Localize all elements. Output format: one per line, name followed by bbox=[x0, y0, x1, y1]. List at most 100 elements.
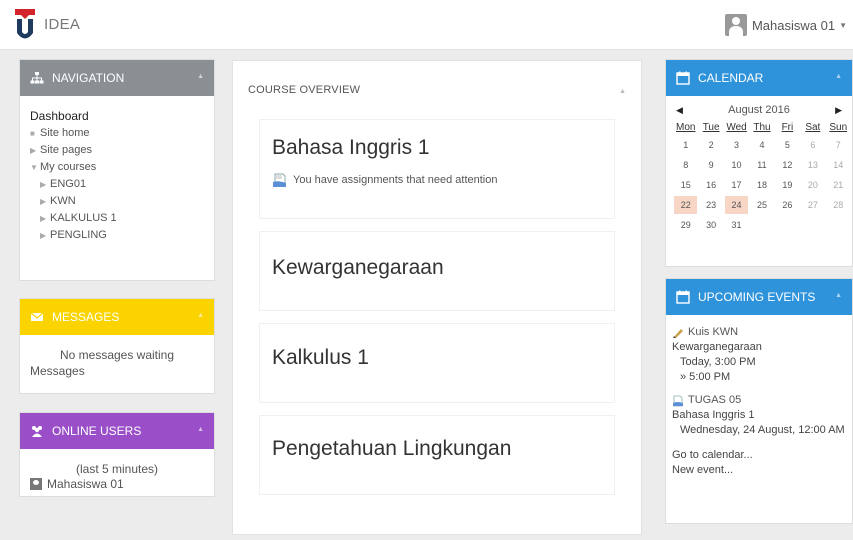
calendar-day[interactable]: 25 bbox=[750, 196, 773, 214]
event-item: Kuis KWN Kewarganegaraan Today, 3:00 PM … bbox=[672, 325, 846, 385]
calendar-day[interactable]: 27 bbox=[801, 196, 824, 214]
calendar-day[interactable]: 24 bbox=[724, 196, 749, 214]
course-name[interactable]: Bahasa Inggris 1 bbox=[272, 136, 602, 160]
nav-site-pages-label[interactable]: Site pages bbox=[40, 142, 92, 159]
site-name[interactable]: IDEA bbox=[44, 16, 80, 33]
nav-course-label[interactable]: KALKULUS 1 bbox=[50, 210, 117, 227]
calendar-day[interactable]: 9 bbox=[699, 156, 722, 174]
event-course[interactable]: Kewarganegaraan bbox=[672, 340, 846, 355]
collapse-icon[interactable]: ▲ bbox=[197, 426, 204, 433]
collapse-icon[interactable]: ▲ bbox=[197, 73, 204, 80]
next-month-icon[interactable]: ▶ bbox=[835, 105, 842, 116]
nav-course-pengling[interactable]: ▶ PENGLING bbox=[40, 227, 214, 244]
course-name[interactable]: Kalkulus 1 bbox=[272, 346, 602, 370]
collapse-icon[interactable]: ▲ bbox=[197, 312, 204, 319]
nav-course-label[interactable]: ENG01 bbox=[50, 176, 86, 193]
calendar-day[interactable]: 6 bbox=[801, 136, 824, 154]
online-users-period: (last 5 minutes) bbox=[75, 462, 159, 476]
go-to-calendar-link[interactable]: Go to calendar... bbox=[672, 448, 846, 463]
nav-site-home-label[interactable]: Site home bbox=[40, 125, 90, 142]
calendar-day[interactable]: 31 bbox=[725, 216, 748, 234]
online-user-name[interactable]: Mahasiswa 01 bbox=[47, 477, 124, 491]
nav-my-courses-label[interactable]: My courses bbox=[40, 159, 96, 176]
calendar-day[interactable]: 14 bbox=[827, 156, 850, 174]
nav-course-label[interactable]: PENGLING bbox=[50, 227, 107, 244]
calendar-day[interactable]: 12 bbox=[776, 156, 799, 174]
course-name[interactable]: Pengetahuan Lingkungan bbox=[272, 437, 602, 461]
collapse-icon[interactable]: ▲ bbox=[619, 88, 626, 95]
calendar-day[interactable]: 29 bbox=[674, 216, 697, 234]
nav-my-courses[interactable]: ▼ My courses bbox=[30, 159, 214, 176]
site-logo-icon[interactable] bbox=[14, 8, 36, 42]
messages-status: No messages waiting bbox=[59, 348, 175, 362]
messages-link[interactable]: Messages bbox=[30, 363, 204, 379]
calendar-day[interactable]: 22 bbox=[674, 196, 698, 214]
event-item: TUGAS 05 Bahasa Inggris 1 Wednesday, 24 … bbox=[672, 393, 846, 438]
calendar-day[interactable]: 8 bbox=[674, 156, 697, 174]
course-name[interactable]: Kewarganegaraan bbox=[272, 256, 602, 280]
collapse-icon[interactable]: ▲ bbox=[835, 73, 842, 80]
calendar-day[interactable]: 15 bbox=[674, 176, 697, 194]
calendar-day[interactable]: 21 bbox=[827, 176, 850, 194]
previous-month-icon[interactable]: ◀ bbox=[676, 105, 683, 116]
online-users-title: ONLINE USERS bbox=[52, 424, 142, 438]
nav-course-kwn[interactable]: ▶ KWN bbox=[40, 193, 214, 210]
calendar-day[interactable]: 30 bbox=[699, 216, 722, 234]
chevron-down-icon[interactable]: ▼ bbox=[839, 21, 847, 30]
calendar-day[interactable]: 26 bbox=[776, 196, 799, 214]
calendar-day[interactable]: 1 bbox=[674, 136, 697, 154]
event-course[interactable]: Bahasa Inggris 1 bbox=[672, 408, 846, 423]
nav-course-kalkulus[interactable]: ▶ KALKULUS 1 bbox=[40, 210, 214, 227]
assignment-notice-text[interactable]: You have assignments that need attention bbox=[293, 174, 497, 186]
new-event-link[interactable]: New event... bbox=[672, 463, 846, 478]
calendar-title: CALENDAR bbox=[698, 71, 764, 85]
nav-course-label[interactable]: KWN bbox=[50, 193, 76, 210]
messages-block: MESSAGES ▲ No messages waiting Messages bbox=[19, 298, 215, 394]
calendar-day[interactable]: 16 bbox=[699, 176, 722, 194]
expand-arrow-icon[interactable]: ▶ bbox=[40, 227, 50, 244]
calendar-month: August 2016 bbox=[728, 104, 790, 116]
course-overview-title: COURSE OVERVIEW bbox=[248, 84, 361, 96]
calendar-day[interactable]: 7 bbox=[827, 136, 850, 154]
upcoming-events-title: UPCOMING EVENTS bbox=[698, 290, 816, 304]
nav-site-home[interactable]: ■ Site home bbox=[30, 125, 214, 142]
nav-site-pages[interactable]: ▶ Site pages bbox=[30, 142, 214, 159]
course-item: Bahasa Inggris 1 You have assignments th… bbox=[259, 119, 615, 219]
expand-arrow-icon[interactable]: ▶ bbox=[40, 210, 50, 227]
user-menu[interactable]: Mahasiswa 01 ▼ bbox=[724, 12, 847, 38]
calendar-day[interactable]: 13 bbox=[801, 156, 824, 174]
collapse-icon[interactable]: ▲ bbox=[835, 292, 842, 299]
calendar-day[interactable]: 17 bbox=[725, 176, 748, 194]
expand-arrow-icon[interactable]: ▶ bbox=[40, 176, 50, 193]
calendar-block-header: CALENDAR ▲ bbox=[666, 60, 852, 96]
calendar-day[interactable]: 18 bbox=[750, 176, 773, 194]
event-time: Today, 3:00 PM bbox=[680, 356, 756, 368]
user-avatar-icon[interactable] bbox=[724, 14, 747, 36]
calendar-day[interactable]: 3 bbox=[725, 136, 748, 154]
messages-block-header: MESSAGES ▲ bbox=[20, 299, 214, 335]
event-name[interactable]: Kuis KWN bbox=[688, 325, 738, 340]
collapse-arrow-icon[interactable]: ▼ bbox=[30, 159, 40, 176]
calendar-icon bbox=[676, 290, 690, 304]
calendar-day[interactable]: 10 bbox=[725, 156, 748, 174]
calendar-day[interactable]: 11 bbox=[750, 156, 773, 174]
online-users-block: ONLINE USERS ▲ (last 5 minutes) Mahasisw… bbox=[19, 412, 215, 497]
nav-dashboard[interactable]: Dashboard bbox=[30, 108, 214, 125]
expand-arrow-icon[interactable]: ▶ bbox=[30, 142, 40, 159]
calendar-day[interactable]: 28 bbox=[827, 196, 850, 214]
weekday-header: Mon bbox=[675, 121, 696, 133]
calendar-day[interactable]: 23 bbox=[699, 196, 722, 214]
navigation-block-header: NAVIGATION ▲ bbox=[20, 60, 214, 96]
calendar-day[interactable]: 5 bbox=[776, 136, 799, 154]
calendar-day[interactable]: 20 bbox=[801, 176, 824, 194]
nav-course-eng01[interactable]: ▶ ENG01 bbox=[40, 176, 214, 193]
event-name[interactable]: TUGAS 05 bbox=[688, 393, 741, 408]
calendar-day[interactable]: 2 bbox=[699, 136, 722, 154]
online-user-item[interactable]: Mahasiswa 01 bbox=[30, 477, 204, 491]
calendar-day[interactable]: 4 bbox=[750, 136, 773, 154]
user-name[interactable]: Mahasiswa 01 bbox=[752, 18, 835, 33]
calendar-day[interactable]: 19 bbox=[776, 176, 799, 194]
expand-arrow-icon[interactable]: ▶ bbox=[40, 193, 50, 210]
course-item: Kewarganegaraan bbox=[259, 231, 615, 311]
online-users-block-header: ONLINE USERS ▲ bbox=[20, 413, 214, 449]
